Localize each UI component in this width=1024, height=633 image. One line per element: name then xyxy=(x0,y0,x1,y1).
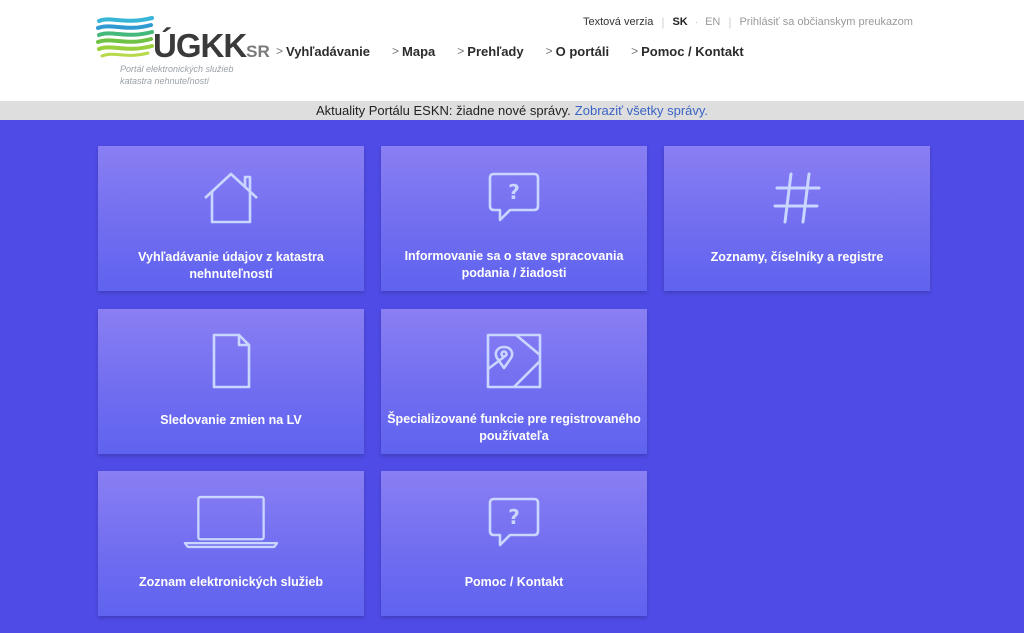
nav-item-about[interactable]: > O portáli xyxy=(546,44,609,59)
tile-registered-user-functions[interactable]: Špecializované funkcie pre registrovanéh… xyxy=(381,309,647,454)
lang-en-link[interactable]: EN xyxy=(705,16,720,28)
login-link[interactable]: Prihlásiť sa občianskym preukazom xyxy=(739,16,912,28)
chevron-right-icon: > xyxy=(545,44,553,58)
nav-item-map[interactable]: > Mapa xyxy=(392,44,435,59)
tile-label: Vyhľadávanie údajov z katastra nehnuteľn… xyxy=(138,250,324,281)
nav-item-label: Prehľady xyxy=(467,43,524,59)
nav-item-label: O portáli xyxy=(555,43,610,59)
logo-subtitle-line2: katastra nehnuteľností xyxy=(120,76,210,86)
logo-subtitle-line1: Portál elektronických služieb xyxy=(120,64,234,74)
tile-label: Špecializované funkcie pre registrovanéh… xyxy=(387,412,641,443)
nav-item-search[interactable]: > Vyhľadávanie xyxy=(276,44,370,59)
house-icon xyxy=(204,172,258,224)
tile-lv-changes[interactable]: Sledovanie zmien na LV xyxy=(98,309,364,454)
tile-search-cadastre[interactable]: Vyhľadávanie údajov z katastra nehnuteľn… xyxy=(98,146,364,291)
laptop-icon xyxy=(183,495,279,549)
hash-icon xyxy=(773,172,821,224)
chevron-right-icon: > xyxy=(392,44,400,58)
logo-suffix: SR xyxy=(246,42,270,61)
lang-sk-link[interactable]: SK xyxy=(672,16,687,28)
tile-label: Sledovanie zmien na LV xyxy=(160,413,302,427)
svg-text:?: ? xyxy=(508,505,520,529)
chevron-right-icon: > xyxy=(457,44,465,58)
news-all-link[interactable]: Zobraziť všetky správy. xyxy=(575,103,708,118)
logo-mark-icon xyxy=(96,16,154,58)
question-bubble-icon: ? xyxy=(488,497,540,547)
nav-item-overviews[interactable]: > Prehľady xyxy=(457,44,523,59)
header: ÚGKKSR Portál elektronických služieb kat… xyxy=(0,0,1024,101)
logo-subtitle: Portál elektronických služieb katastra n… xyxy=(120,63,250,87)
svg-text:?: ? xyxy=(508,180,520,204)
nav-item-label: Pomoc / Kontakt xyxy=(641,43,744,59)
question-bubble-icon: ? xyxy=(488,172,540,222)
divider: | xyxy=(661,15,665,29)
logo[interactable]: ÚGKKSR Portál elektronických služieb kat… xyxy=(96,13,270,89)
divider: · xyxy=(694,16,699,28)
tile-label: Informovanie sa o stave spracovania poda… xyxy=(404,249,624,280)
tile-label: Pomoc / Kontakt xyxy=(464,575,564,589)
nav-item-label: Vyhľadávanie xyxy=(286,43,371,59)
tile-eservices-list[interactable]: Zoznam elektronických služieb xyxy=(98,471,364,616)
text-version-link[interactable]: Textová verzia xyxy=(583,16,653,28)
nav-item-help[interactable]: > Pomoc / Kontakt xyxy=(631,44,744,59)
news-bar: Aktuality Portálu ESKN: žiadne nové sprá… xyxy=(0,101,1024,120)
chevron-right-icon: > xyxy=(631,44,639,58)
tile-registers[interactable]: Zoznamy, číselníky a registre xyxy=(664,146,930,291)
divider: | xyxy=(728,15,732,29)
map-pin-icon xyxy=(486,333,542,389)
nav-item-label: Mapa xyxy=(402,43,436,59)
chevron-right-icon: > xyxy=(276,44,284,58)
main-nav: > Vyhľadávanie > Mapa > Prehľady > O portáli… xyxy=(276,42,766,60)
document-icon xyxy=(212,333,251,389)
tile-submission-status[interactable]: ? Informovanie sa o stave spracovania po… xyxy=(381,146,647,291)
tile-label: Zoznamy, číselníky a registre xyxy=(710,250,884,264)
news-text: Aktuality Portálu ESKN: žiadne nové sprá… xyxy=(315,103,571,118)
top-links: Textová verzia | SK · EN | Prihlásiť sa … xyxy=(583,14,913,30)
tile-label: Zoznam elektronických služieb xyxy=(138,575,324,589)
tile-help-contact[interactable]: ? Pomoc / Kontakt xyxy=(381,471,647,616)
